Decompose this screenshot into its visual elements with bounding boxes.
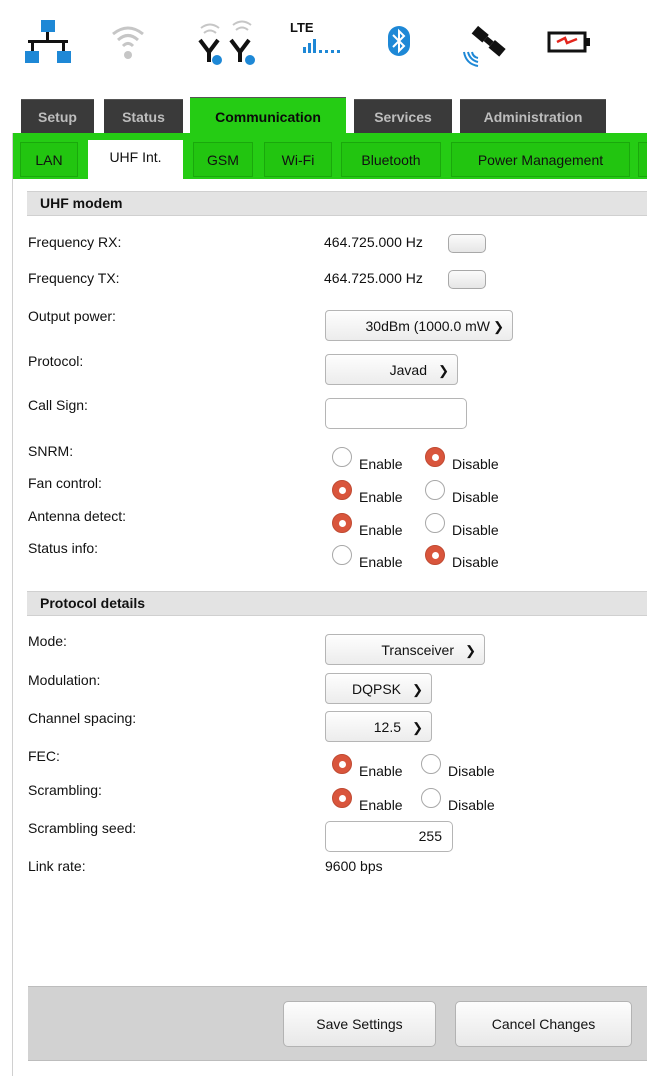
cancel-changes-button[interactable]: Cancel Changes <box>455 1001 632 1047</box>
tab-setup[interactable]: Setup <box>21 99 94 134</box>
lte-label: LTE <box>290 20 314 35</box>
wifi-icon[interactable] <box>110 22 146 62</box>
mode-label: Mode: <box>28 633 67 649</box>
frequency-rx-edit-button[interactable] <box>448 234 486 253</box>
sub-tab-bluetooth[interactable]: Bluetooth <box>341 142 441 177</box>
sub-tab-power-management[interactable]: Power Management <box>451 142 630 177</box>
network-icon[interactable] <box>24 18 72 66</box>
frequency-tx-edit-button[interactable] <box>448 270 486 289</box>
link-rate-value: 9600 bps <box>325 858 383 874</box>
chevron-down-icon: ❯ <box>465 643 476 658</box>
tab-status[interactable]: Status <box>104 99 183 134</box>
signal-bars-icon[interactable] <box>303 37 349 53</box>
scrambling-disable-label: Disable <box>448 797 495 813</box>
mode-select[interactable]: Transceiver ❯ <box>325 634 485 665</box>
channel-spacing-label: Channel spacing: <box>28 710 137 726</box>
modulation-value: DQPSK <box>351 681 401 697</box>
scrambling-label: Scrambling: <box>28 782 102 798</box>
output-power-select[interactable]: 30dBm (1000.0 mW ❯ <box>325 310 513 341</box>
snrm-disable-label: Disable <box>452 456 499 472</box>
mode-value: Transceiver <box>381 642 454 658</box>
tab-administration[interactable]: Administration <box>460 99 606 134</box>
status-info-enable-radio[interactable] <box>332 545 352 565</box>
antenna-detect-enable-radio[interactable] <box>332 513 352 533</box>
protocol-select[interactable]: Javad ❯ <box>325 354 458 385</box>
status-info-disable-radio[interactable] <box>425 545 445 565</box>
protocol-value: Javad <box>389 362 427 378</box>
snrm-label: SNRM: <box>28 443 74 459</box>
fec-enable-radio[interactable] <box>332 754 352 774</box>
link-rate-label: Link rate: <box>28 858 86 874</box>
status-info-label: Status info: <box>28 540 99 556</box>
modulation-label: Modulation: <box>28 672 101 688</box>
save-settings-button[interactable]: Save Settings <box>283 1001 436 1047</box>
fan-control-disable-radio[interactable] <box>425 480 445 500</box>
scrambling-enable-radio[interactable] <box>332 788 352 808</box>
chevron-down-icon: ❯ <box>493 319 504 334</box>
battery-icon[interactable] <box>547 30 591 54</box>
satellite-icon[interactable] <box>460 22 510 70</box>
section-title: UHF modem <box>40 195 123 211</box>
fan-control-enable-radio[interactable] <box>332 480 352 500</box>
sub-tab-overflow <box>638 142 647 177</box>
channel-spacing-select[interactable]: 12.5 ❯ <box>325 711 432 742</box>
chevron-down-icon: ❯ <box>438 363 449 378</box>
sub-tab-gsm[interactable]: GSM <box>193 142 253 177</box>
section-title: Protocol details <box>40 595 146 611</box>
frequency-tx-value: 464.725.000 Hz <box>324 270 423 286</box>
snrm-disable-radio[interactable] <box>425 447 445 467</box>
chevron-down-icon: ❯ <box>412 720 423 735</box>
chevron-down-icon: ❯ <box>412 682 423 697</box>
antenna-icon[interactable] <box>196 18 262 66</box>
fec-enable-label: Enable <box>359 763 403 779</box>
sub-tab-lan[interactable]: LAN <box>20 142 78 177</box>
content-left-border <box>12 133 13 1076</box>
frequency-rx-label: Frequency RX: <box>28 234 122 250</box>
snrm-enable-label: Enable <box>359 456 403 472</box>
status-info-disable-label: Disable <box>452 554 499 570</box>
section-protocol-details: Protocol details <box>27 591 647 616</box>
bluetooth-icon[interactable] <box>388 26 410 56</box>
call-sign-input[interactable] <box>325 398 467 429</box>
antenna-detect-disable-label: Disable <box>452 522 499 538</box>
protocol-label: Protocol: <box>28 353 84 369</box>
fec-disable-label: Disable <box>448 763 495 779</box>
scrambling-seed-label: Scrambling seed: <box>28 820 137 836</box>
frequency-tx-label: Frequency TX: <box>28 270 120 286</box>
fan-control-enable-label: Enable <box>359 489 403 505</box>
fec-disable-radio[interactable] <box>421 754 441 774</box>
status-info-enable-label: Enable <box>359 554 403 570</box>
snrm-enable-radio[interactable] <box>332 447 352 467</box>
call-sign-label: Call Sign: <box>28 397 88 413</box>
fan-control-label: Fan control: <box>28 475 102 491</box>
tab-services[interactable]: Services <box>354 99 452 134</box>
sub-tab-uhf[interactable]: UHF Int. <box>88 140 183 180</box>
scrambling-seed-input[interactable]: 255 <box>325 821 453 852</box>
antenna-detect-label: Antenna detect: <box>28 508 127 524</box>
modulation-select[interactable]: DQPSK ❯ <box>325 673 432 704</box>
output-power-label: Output power: <box>28 308 116 324</box>
sub-tab-wifi[interactable]: Wi-Fi <box>264 142 332 177</box>
output-power-value: 30dBm (1000.0 mW <box>365 318 491 334</box>
fec-label: FEC: <box>28 748 60 764</box>
fan-control-disable-label: Disable <box>452 489 499 505</box>
channel-spacing-value: 12.5 <box>373 719 401 735</box>
antenna-detect-enable-label: Enable <box>359 522 403 538</box>
scrambling-enable-label: Enable <box>359 797 403 813</box>
scrambling-disable-radio[interactable] <box>421 788 441 808</box>
section-uhf-modem: UHF modem <box>27 191 647 216</box>
frequency-rx-value: 464.725.000 Hz <box>324 234 423 250</box>
tab-communication[interactable]: Communication <box>190 97 346 135</box>
antenna-detect-disable-radio[interactable] <box>425 513 445 533</box>
